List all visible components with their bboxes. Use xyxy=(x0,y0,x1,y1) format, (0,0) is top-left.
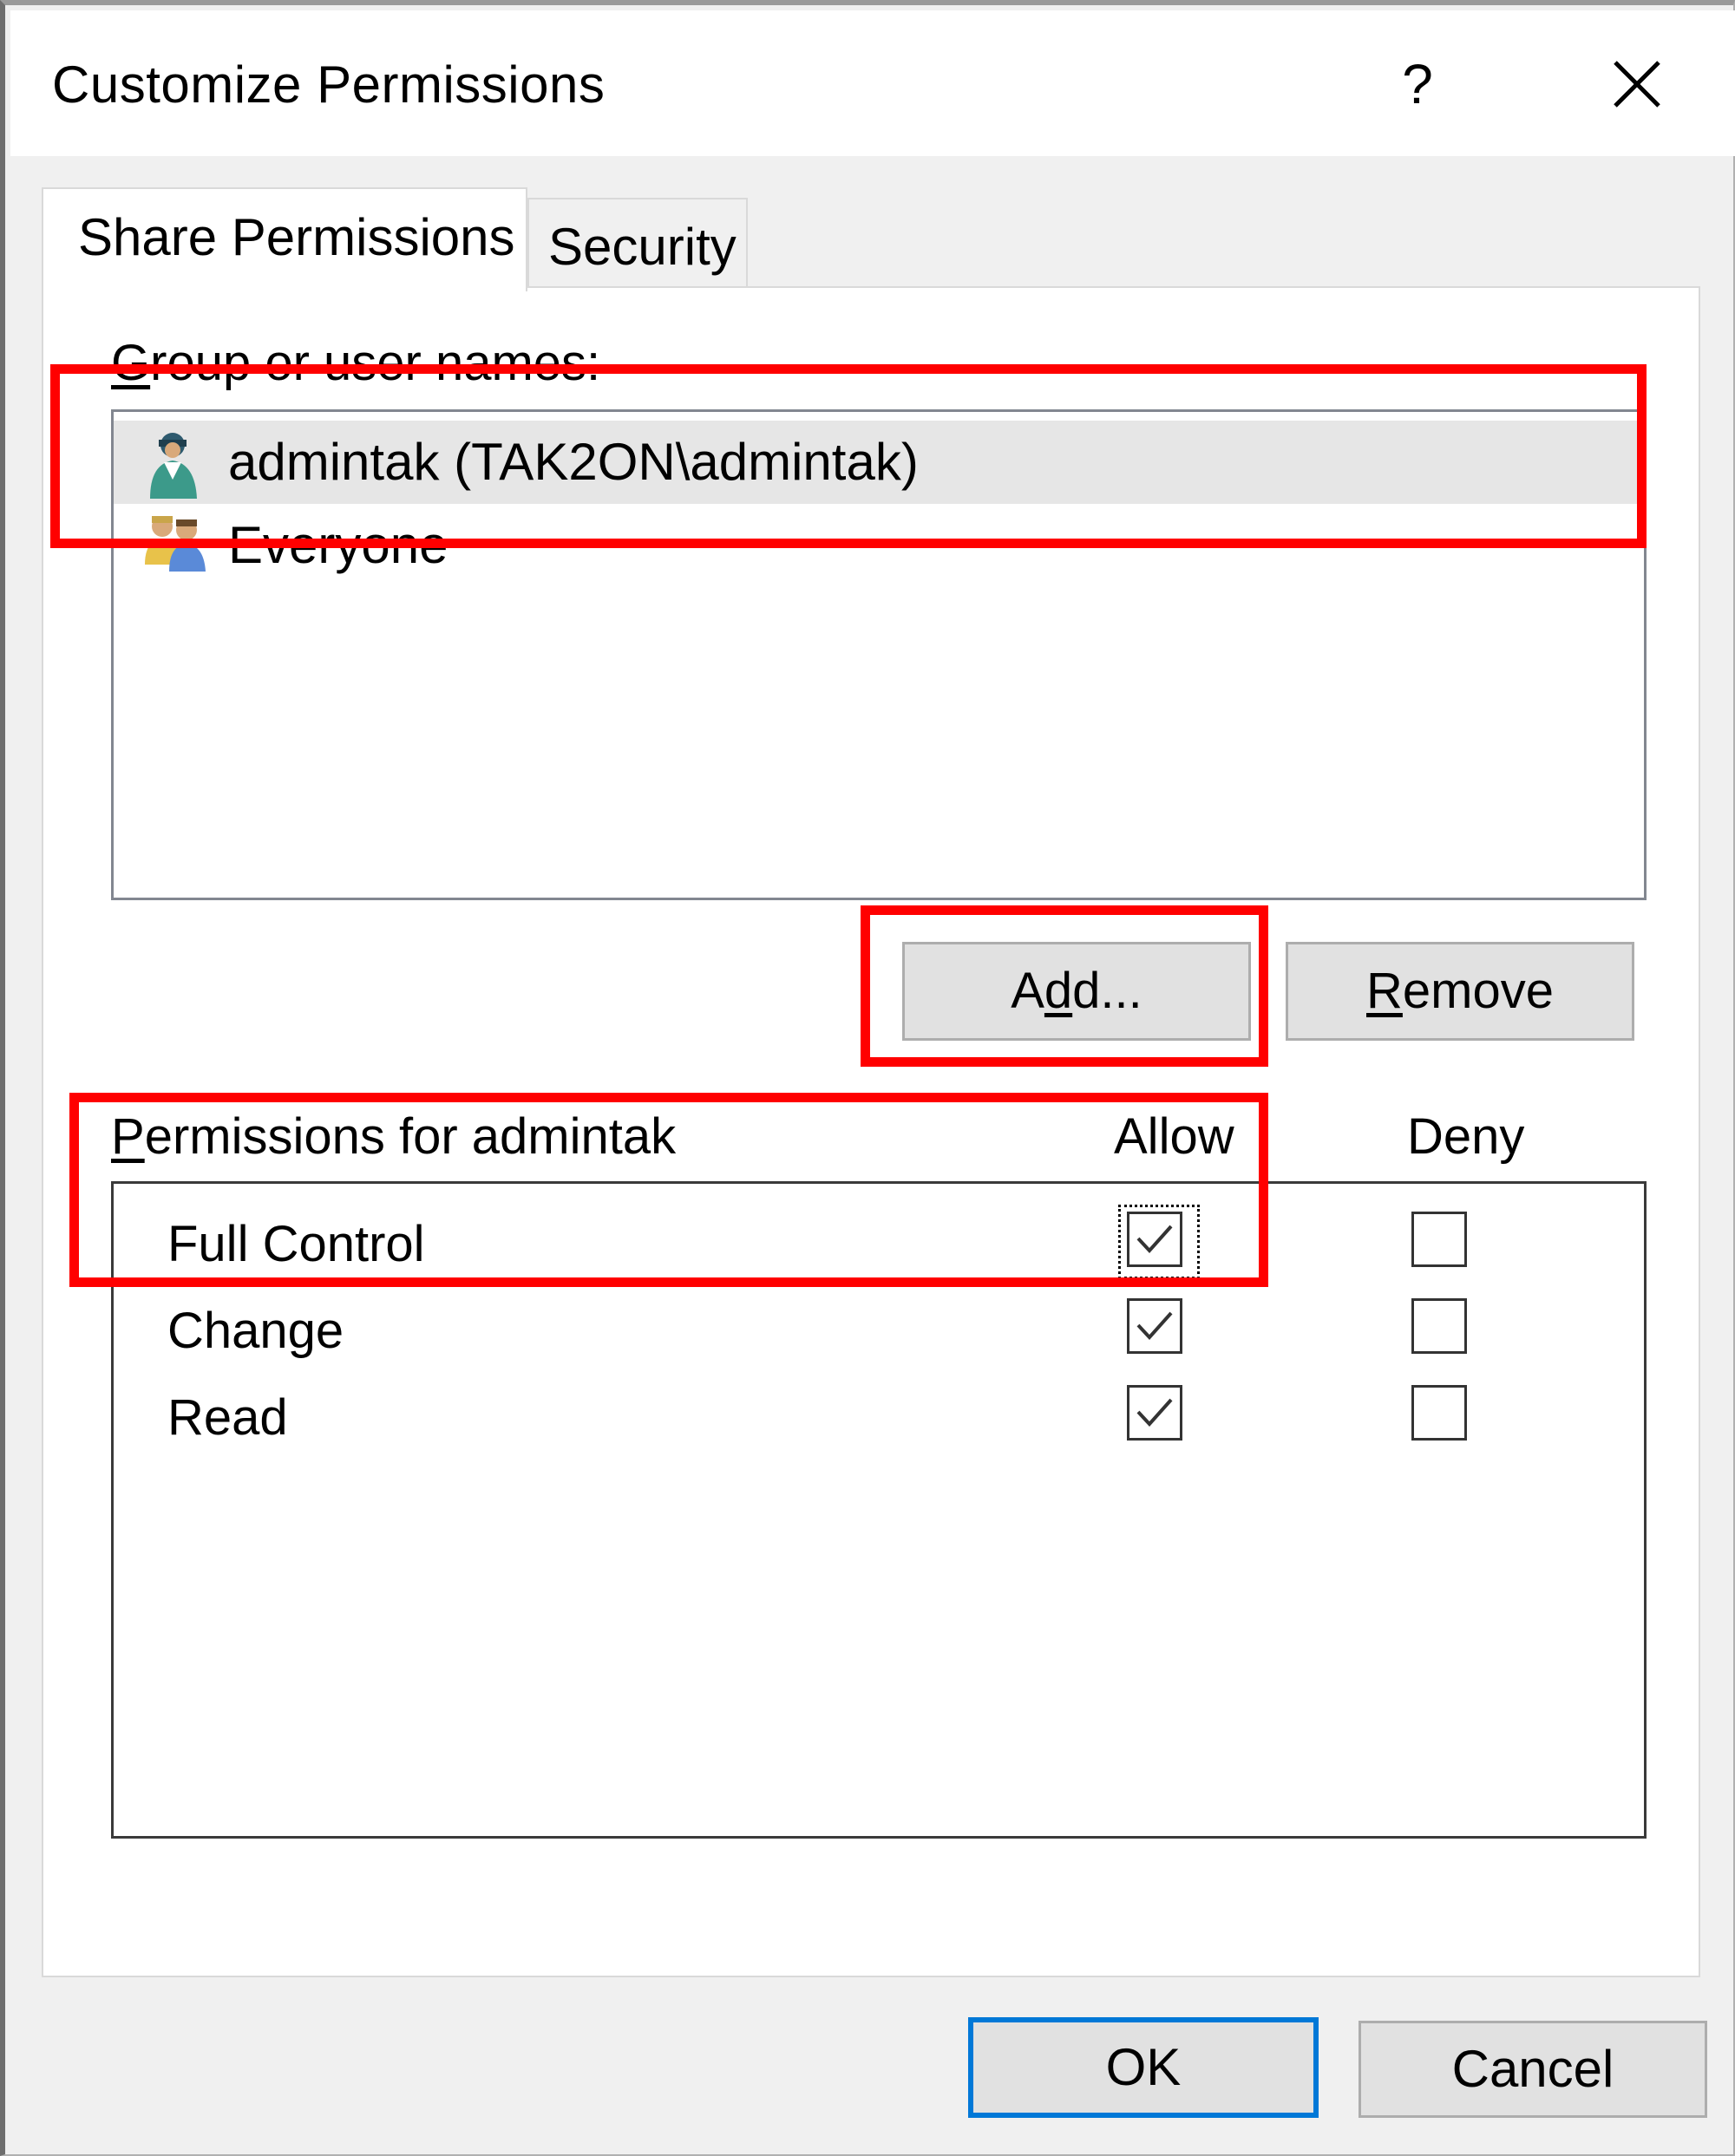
deny-change-checkbox[interactable] xyxy=(1411,1298,1467,1354)
close-button[interactable] xyxy=(1598,45,1676,123)
cancel-button[interactable]: Cancel xyxy=(1359,2021,1707,2118)
deny-read-checkbox[interactable] xyxy=(1411,1385,1467,1441)
tab-security[interactable]: Security xyxy=(527,198,748,286)
deny-full-control-checkbox[interactable] xyxy=(1411,1212,1467,1267)
users-group-icon xyxy=(145,516,206,572)
checkmark-icon xyxy=(1136,1225,1173,1253)
list-item-everyone[interactable]: Everyone xyxy=(114,504,1644,587)
group-user-list[interactable]: admintak (TAK2ON\admintak) Everyone xyxy=(111,409,1647,900)
add-button[interactable]: Add... xyxy=(902,942,1251,1041)
tab-share-permissions[interactable]: Share Permissions xyxy=(42,187,527,291)
checkmark-icon xyxy=(1136,1398,1173,1427)
remove-button[interactable]: Remove xyxy=(1286,942,1634,1041)
help-button[interactable]: ? xyxy=(1383,45,1452,123)
title-bar: Customize Permissions ? xyxy=(10,10,1735,156)
permission-name-change: Change xyxy=(167,1303,344,1359)
list-item-label: admintak (TAK2ON\admintak) xyxy=(228,433,919,491)
close-icon xyxy=(1614,61,1660,108)
list-item-label: Everyone xyxy=(228,516,448,574)
permission-name-read: Read xyxy=(167,1389,288,1446)
group-list-label: Group or user names: xyxy=(111,335,601,391)
permissions-list: Full Control Change Read xyxy=(111,1181,1647,1839)
dialog-title: Customize Permissions xyxy=(52,56,606,114)
allow-full-control-checkbox[interactable] xyxy=(1127,1212,1182,1267)
ok-button[interactable]: OK xyxy=(968,2017,1319,2118)
permissions-header: Permissions for admintak xyxy=(111,1108,677,1165)
permission-name-full-control: Full Control xyxy=(167,1216,425,1272)
user-icon xyxy=(150,433,197,499)
allow-column-header: Allow xyxy=(1114,1108,1234,1165)
deny-column-header: Deny xyxy=(1407,1108,1525,1165)
customize-permissions-dialog: Customize Permissions ? Share Permission… xyxy=(0,0,1735,2156)
allow-read-checkbox[interactable] xyxy=(1127,1385,1182,1441)
allow-change-checkbox[interactable] xyxy=(1127,1298,1182,1354)
list-item-admintak[interactable]: admintak (TAK2ON\admintak) xyxy=(114,421,1644,504)
checkmark-icon xyxy=(1136,1311,1173,1340)
